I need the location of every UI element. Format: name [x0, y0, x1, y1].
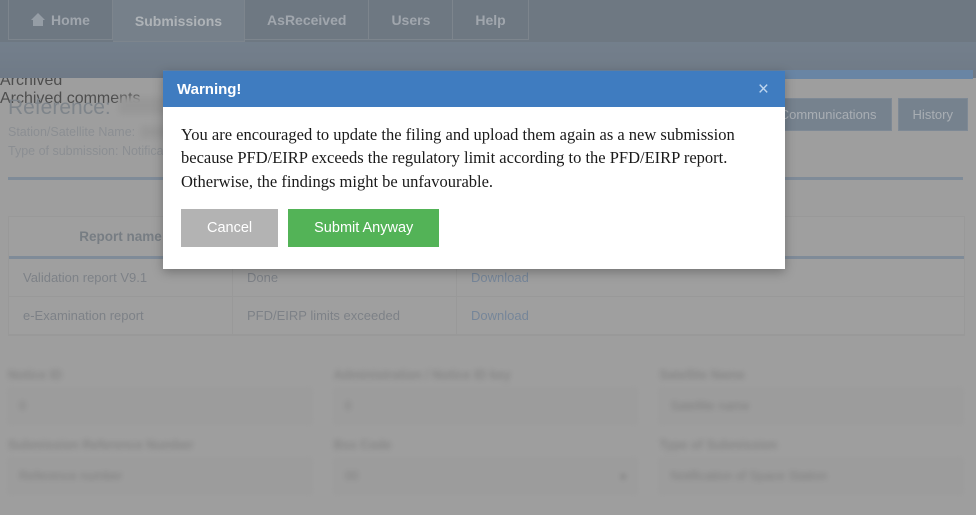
reference-label: Reference: — [8, 96, 111, 120]
field-label: Submission Reference Number — [8, 438, 312, 452]
cancel-button[interactable]: Cancel — [181, 209, 278, 247]
station-name-label: Station/Satellite Name: — [8, 125, 135, 139]
field-label: Administration / Notice ID key — [334, 368, 638, 382]
nav-tab-help-label: Help — [475, 0, 505, 40]
modal-title: Warning! — [177, 81, 241, 98]
nav-tab-asreceived-label: AsReceived — [267, 0, 346, 40]
submit-anyway-button[interactable]: Submit Anyway — [288, 209, 439, 247]
nav-tab-users[interactable]: Users — [369, 0, 453, 40]
field-value: Notification of Space Station — [670, 469, 827, 483]
nav-tab-submissions-label: Submissions — [135, 0, 222, 42]
cell-report-state: PFD/EIRP limits exceeded — [233, 297, 457, 335]
header-actions: Communications History — [765, 98, 968, 131]
close-icon[interactable]: × — [756, 80, 771, 99]
primary-navigation: Home Submissions AsReceived Users Help — [0, 0, 976, 42]
field-input[interactable]: Notification of Space Station — [659, 458, 963, 494]
cell-report-name: e-Examination report — [9, 297, 233, 335]
home-icon — [31, 13, 45, 26]
chevron-down-icon: ▾ — [620, 469, 626, 484]
history-button[interactable]: History — [898, 98, 968, 131]
field-label: Bss Code — [334, 438, 638, 452]
form-group-admin-notice-key: Administration / Notice ID key 0 — [334, 368, 638, 424]
nav-tab-help[interactable]: Help — [453, 0, 528, 40]
download-link[interactable]: Download — [471, 308, 529, 323]
field-input[interactable]: Reference number — [8, 458, 312, 494]
field-label: Notice ID — [8, 368, 312, 382]
field-value: 00 — [345, 469, 359, 483]
modal-footer: Cancel Submit Anyway — [163, 199, 785, 269]
field-label: Satellite Name — [659, 368, 963, 382]
download-link[interactable]: Download — [471, 270, 529, 285]
nav-tab-home[interactable]: Home — [8, 0, 113, 40]
form-group-bss-code: Bss Code 00 ▾ — [334, 438, 638, 494]
field-input[interactable]: 0 — [8, 388, 312, 424]
nav-tab-asreceived[interactable]: AsReceived — [245, 0, 369, 40]
field-input[interactable]: Satellite name — [659, 388, 963, 424]
nav-tab-users-label: Users — [391, 0, 430, 40]
form-group-satellite-name: Satellite Name Satellite name — [659, 368, 963, 424]
submission-details-form: Notice ID 0 Administration / Notice ID k… — [8, 368, 963, 494]
modal-body-text: You are encouraged to update the filing … — [163, 107, 785, 199]
modal-header: Warning! × — [163, 71, 785, 107]
field-input[interactable]: 00 ▾ — [334, 458, 638, 494]
field-input[interactable]: 0 — [334, 388, 638, 424]
nav-tab-home-label: Home — [51, 0, 90, 40]
form-group-submission-reference: Submission Reference Number Reference nu… — [8, 438, 312, 494]
field-value: 0 — [345, 399, 352, 413]
field-label: Type of Submission — [659, 438, 963, 452]
field-value: 0 — [19, 399, 26, 413]
table-row: e-Examination report PFD/EIRP limits exc… — [9, 297, 964, 335]
submission-type-label: Type of submission: Notification — [8, 144, 184, 158]
field-value: Satellite name — [670, 399, 749, 413]
form-group-notice-id: Notice ID 0 — [8, 368, 312, 424]
field-value: Reference number — [19, 469, 123, 483]
warning-modal: Warning! × You are encouraged to update … — [163, 71, 785, 269]
nav-tab-submissions[interactable]: Submissions — [113, 0, 245, 42]
form-group-type-of-submission: Type of Submission Notification of Space… — [659, 438, 963, 494]
